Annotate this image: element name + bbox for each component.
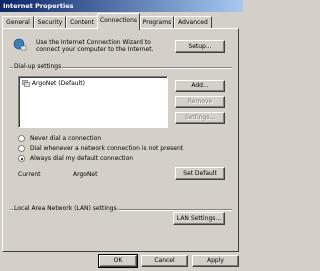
always-dial-label: Always dial my default connection: [30, 155, 134, 162]
current-connection-value: ArgoNet: [73, 171, 98, 178]
current-label: Current: [18, 171, 41, 178]
window-title: Internet Properties: [3, 2, 74, 10]
add-button[interactable]: Add...: [175, 80, 225, 92]
lan-group-label: Local Area Network (LAN) settings: [13, 205, 118, 212]
never-dial-radio[interactable]: [18, 135, 25, 142]
setup-button[interactable]: Setup...: [175, 40, 225, 53]
dial-when-no-network-label: Dial whenever a network connection is no…: [30, 145, 184, 152]
connection-icon: [22, 80, 30, 87]
never-dial-option[interactable]: Never dial a connection: [18, 135, 218, 143]
ok-button[interactable]: OK: [98, 254, 138, 268]
list-item-label: ArgoNet (Default): [31, 80, 85, 87]
dialup-group-label: Dial-up settings: [13, 63, 63, 70]
apply-button[interactable]: Apply: [192, 255, 239, 267]
always-dial-option[interactable]: Always dial my default connection: [18, 155, 218, 163]
tab-connections[interactable]: Connections: [97, 13, 140, 30]
always-dial-radio[interactable]: [18, 155, 25, 162]
never-dial-label: Never dial a connection: [30, 135, 102, 142]
connections-panel: Use the Internet Connection Wizard to co…: [2, 28, 239, 252]
set-default-button[interactable]: Set Default: [175, 167, 225, 180]
dial-when-no-network-radio[interactable]: [18, 145, 25, 152]
list-item[interactable]: ArgoNet (Default): [22, 80, 85, 87]
cancel-button[interactable]: Cancel: [141, 255, 188, 267]
remove-button[interactable]: Remove: [175, 96, 225, 108]
connection-wizard-icon: [13, 38, 27, 51]
wizard-text-line2: connect your computer to the Internet.: [36, 46, 154, 53]
lan-settings-button[interactable]: LAN Settings...: [173, 212, 225, 225]
dial-when-no-network-option[interactable]: Dial whenever a network connection is no…: [18, 145, 228, 153]
settings-button[interactable]: Settings...: [175, 112, 225, 124]
title-bar: Internet Properties: [0, 0, 243, 12]
dialup-list[interactable]: ArgoNet (Default): [18, 76, 168, 128]
wizard-text-line1: Use the Internet Connection Wizard to: [36, 39, 151, 46]
